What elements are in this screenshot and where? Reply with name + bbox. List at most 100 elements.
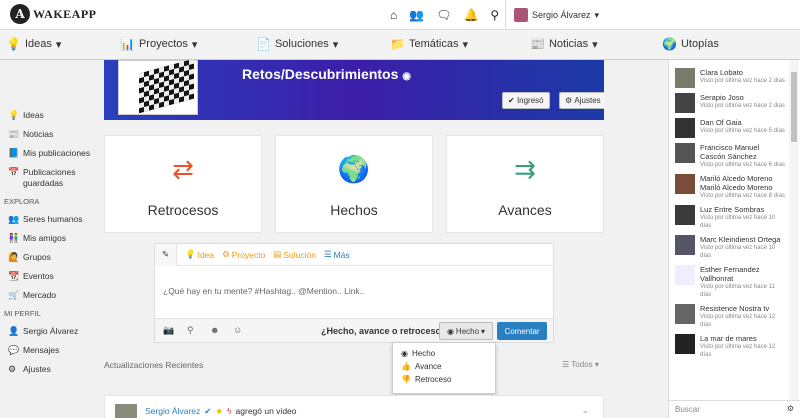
card-hechos[interactable]: 🌍 Hechos — [275, 135, 433, 233]
sidebar-item[interactable]: 📘 Mis publicaciones — [8, 148, 92, 159]
user-list-item[interactable]: Clara Lobato Visto por última vez hace 2 … — [675, 68, 785, 88]
location-icon[interactable]: ⚲ — [187, 325, 194, 336]
chat-icon[interactable]: 🗨 — [436, 8, 451, 22]
app-logo[interactable]: A WAKEAPP — [10, 4, 97, 24]
nav-soluciones[interactable]: 📄 Soluciones ▾ — [256, 37, 338, 51]
list-icon: ☰ — [323, 249, 332, 259]
user-name: Clara Lobato — [700, 68, 743, 77]
gear-icon: ⚙ — [222, 249, 230, 259]
nav-tematicas[interactable]: 📁 Temáticas ▾ — [390, 37, 468, 51]
menu-item-hecho[interactable]: ◉ Hecho — [393, 347, 495, 360]
sidebar-item[interactable]: ⚙ Ajustes — [8, 364, 92, 375]
sidebar-item-label: Mercado — [23, 290, 57, 300]
sidebar-item[interactable]: 👤 Sergio Álvarez — [8, 326, 92, 337]
sidebar-item-label: Sergio Álvarez — [23, 326, 79, 336]
sidebar-item[interactable]: 📰 Noticias — [8, 129, 92, 140]
tab-mas[interactable]: ☰ Más — [324, 249, 350, 260]
user-menu[interactable]: Sergio Álvarez ▾ — [505, 0, 599, 30]
search-icon[interactable]: ⚲ — [490, 8, 499, 22]
sidebar-item[interactable]: 👫 Mis amigos — [8, 233, 92, 244]
user-list-item[interactable]: Marc Kleindienst Ortega Visto por última … — [675, 235, 785, 260]
smile-icon[interactable]: ☺ — [233, 325, 242, 335]
avatar — [675, 235, 695, 255]
nav-ideas[interactable]: 💡 Ideas ▾ — [6, 37, 61, 51]
post-type-label: Hecho — [455, 326, 480, 336]
sidebar-item-label: Ideas — [23, 110, 44, 120]
chat-search[interactable]: Buscar ⚙ — [669, 400, 800, 418]
nav-noticias[interactable]: 📰 Noticias ▾ — [530, 37, 598, 51]
scrollbar[interactable] — [789, 60, 799, 400]
users-icon[interactable]: 👥 — [409, 8, 424, 22]
newspaper-icon: 📰 — [530, 37, 545, 51]
gear-icon[interactable]: ⚙ — [787, 404, 794, 413]
logo-mark: A — [10, 4, 30, 24]
card-retrocesos[interactable]: ⇄ Retrocesos — [104, 135, 262, 233]
ingreso-button[interactable]: ✔ Ingresó — [502, 92, 550, 109]
tab-idea[interactable]: 💡 Idea — [185, 249, 214, 260]
user-list-item[interactable]: Francisco Manuel Cascón Sánchez Visto por… — [675, 143, 785, 169]
post-input[interactable]: ¿Qué hay en tu mente? #Hashtag.. @Mentio… — [163, 286, 364, 296]
nav-label: Soluciones — [274, 38, 329, 50]
post-author[interactable]: Sergio Álvarez — [145, 406, 200, 417]
sidebar-icon: 👫 — [8, 233, 20, 243]
sidebar-item[interactable]: 💡 Ideas — [8, 110, 92, 121]
scrollbar-thumb[interactable] — [791, 72, 797, 142]
pencil-icon[interactable]: ✎ — [155, 243, 177, 266]
last-seen: Visto por última vez hace 12 días — [700, 344, 776, 358]
ajustes-button[interactable]: ⚙ Ajustes — [559, 92, 604, 109]
updates-title: Actualizaciones Recientes — [104, 360, 204, 370]
sidebar-item-label: Mis publicaciones — [23, 148, 91, 158]
user-name: Mariló Alcedo Moreno Mariló Alcedo Moren… — [700, 174, 773, 192]
user-list-item[interactable]: Luz Entre Sombras Visto por última vez ha… — [675, 205, 785, 230]
sidebar-item-label: Seres humanos — [23, 214, 83, 224]
post-type-dropdown[interactable]: ◉ Hecho ▾ — [439, 322, 493, 340]
last-seen: Visto por última vez hace 12 días — [700, 314, 776, 328]
retroceso-icon: ⇄ — [172, 153, 194, 184]
sidebar-item[interactable]: 📅 Publicaciones guardadas — [8, 167, 92, 189]
globe-icon: ◉ — [402, 71, 411, 82]
nav-proyectos[interactable]: 📊 Proyectos ▾ — [120, 37, 197, 51]
user-list-item[interactable]: Resistence Nostra tv Visto por última vez… — [675, 304, 785, 329]
chevron-down-icon[interactable]: ⌄ — [581, 405, 589, 416]
sidebar-item[interactable]: 🙋 Grupos — [8, 252, 92, 263]
menu-item-avance[interactable]: 👍 Avance — [393, 360, 495, 373]
bell-icon[interactable]: 🔔 — [463, 8, 478, 22]
last-seen: Visto por última vez hace 8 días — [700, 193, 785, 199]
emoji-icon[interactable]: ☻ — [210, 325, 219, 335]
thumbs-down-icon: 👎 — [401, 375, 411, 384]
sidebar-list: 💡 Ideas 📰 Noticias 📘 Mis publicaciones 📅 Public… — [4, 110, 92, 383]
card-avances[interactable]: ⇉ Avances — [446, 135, 604, 233]
post-action: agregó un video — [235, 406, 297, 416]
tab-proyecto[interactable]: ⚙ Proyecto — [222, 249, 265, 260]
nav-utopias[interactable]: 🌍 Utopías — [662, 37, 719, 51]
camera-icon[interactable]: 📷 — [163, 325, 174, 336]
filter-dropdown[interactable]: ☰ Todos ▾ — [562, 360, 599, 369]
user-name: Marc Kleindienst Ortega — [700, 235, 781, 244]
menu-item-retroceso[interactable]: 👎 Retroceso — [393, 373, 495, 386]
user-list-item[interactable]: Esther Fernandez Vallhonrat Visto por últ… — [675, 265, 785, 299]
home-icon[interactable]: ⌂ — [390, 8, 397, 22]
sidebar-item[interactable]: 🛒 Mercado — [8, 290, 92, 301]
ajustes-label: Ajustes — [574, 96, 601, 105]
avatar — [675, 93, 695, 113]
user-list-item[interactable]: La mar de mares Visto por última vez hace… — [675, 334, 785, 359]
post-avatar[interactable] — [115, 404, 137, 418]
globe-icon: ◉ — [401, 349, 408, 358]
caret-icon: ▾ — [55, 38, 62, 51]
nav-label: Proyectos — [138, 38, 188, 50]
sidebar-item[interactable]: 📆 Eventos — [8, 271, 92, 282]
user-list-item[interactable]: Mariló Alcedo Moreno Mariló Alcedo Moren… — [675, 174, 785, 200]
user-name: Esther Fernandez Vallhonrat — [700, 265, 760, 283]
tab-solucion[interactable]: ▤ Solución — [273, 249, 316, 260]
group-cover-image — [118, 60, 198, 115]
user-name: Luz Entre Sombras — [700, 205, 765, 214]
last-seen: Visto por última vez hace 10 días — [700, 245, 776, 259]
last-seen: Visto por última vez hace 6 días — [700, 162, 785, 168]
sidebar-item[interactable]: 👥 Seres humanos — [8, 214, 92, 225]
comentar-button[interactable]: Comentar — [497, 322, 547, 340]
user-list-item[interactable]: Serapio Joso Visto por última vez hace 2 … — [675, 93, 785, 113]
search-input[interactable]: Buscar — [675, 405, 700, 414]
user-list-item[interactable]: Dan Of Gaia Visto por última vez hace 5 d… — [675, 118, 785, 138]
right-sidebar: Clara Lobato Visto por última vez hace 2 … — [668, 60, 800, 418]
sidebar-item[interactable]: 💬 Mensajes — [8, 345, 92, 356]
